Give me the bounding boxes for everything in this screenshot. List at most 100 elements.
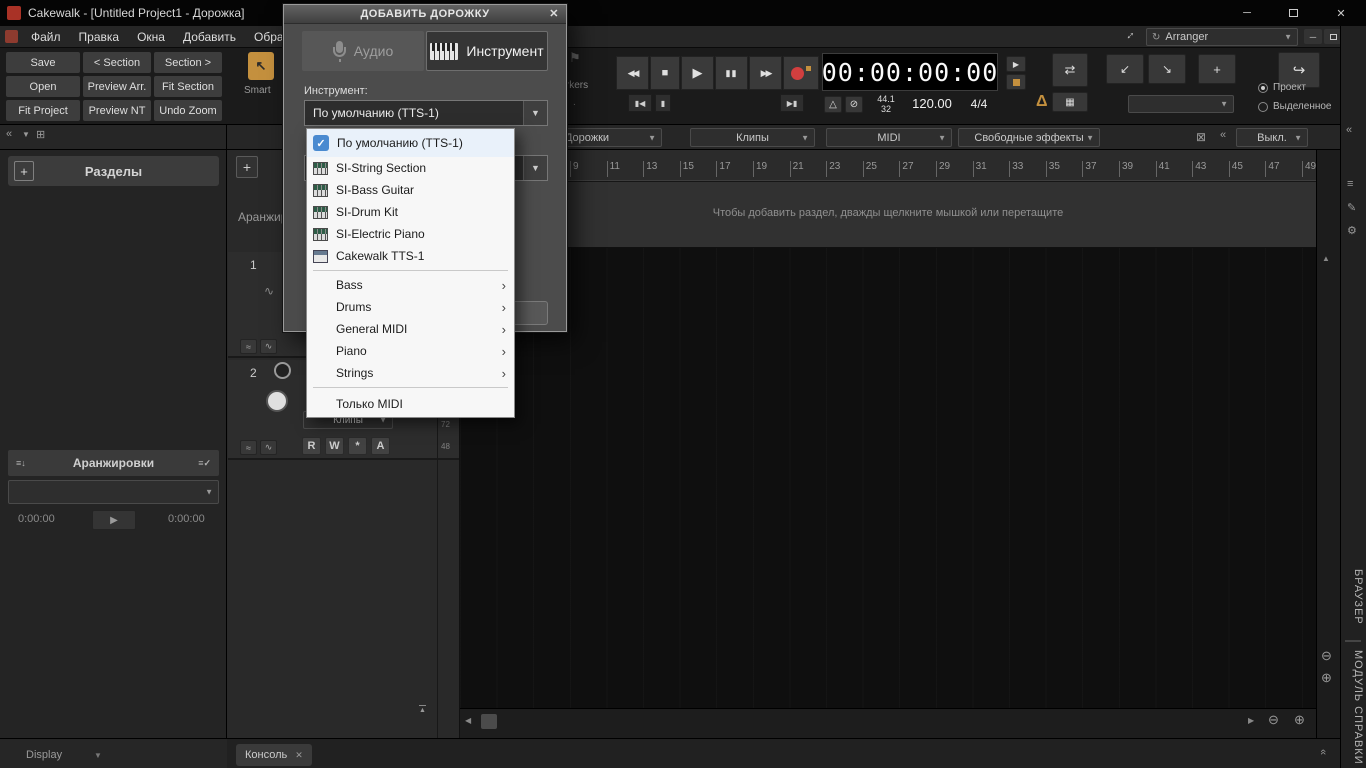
track-1-edit-filter-icon[interactable]: ≈: [240, 339, 257, 354]
category-menu-item[interactable]: General MIDI ›: [307, 318, 514, 340]
marker-flag-icon[interactable]: ⚑: [569, 50, 581, 66]
mini-record-icon[interactable]: [1006, 74, 1026, 90]
arrangement-select-combo[interactable]: ▼: [8, 480, 219, 504]
scroll-left-icon[interactable]: ◀: [465, 716, 471, 725]
close-icon[interactable]: ✕: [1316, 0, 1366, 26]
toolbar-button[interactable]: Undo Zoom: [154, 100, 222, 121]
toolbar-button[interactable]: Preview Arr.: [83, 76, 151, 97]
vertical-zoom-in-icon[interactable]: ⊕: [1321, 670, 1332, 686]
loop-icon[interactable]: ⇄: [1052, 53, 1088, 87]
scope-project-radio[interactable]: Проект: [1258, 82, 1306, 93]
menu-item-Окна[interactable]: Окна: [128, 30, 174, 44]
view-minimize-icon[interactable]: ─: [1304, 29, 1322, 44]
crossfade-icon[interactable]: ⊠: [1196, 130, 1206, 144]
punch-in-icon[interactable]: ↙: [1106, 54, 1144, 84]
tempo-display[interactable]: 120.00: [906, 96, 958, 111]
track-2-envelope-icon[interactable]: ∿: [260, 440, 277, 455]
browser-dock-tab[interactable]: БРАУЗЕР: [1344, 556, 1364, 638]
punch-preset-combo[interactable]: ▼: [1128, 95, 1234, 113]
vertical-zoom-out-icon[interactable]: ⊖: [1321, 648, 1332, 664]
fx-filter-combo[interactable]: Свободные эффекты ▼: [958, 128, 1100, 147]
menu-item-Правка[interactable]: Правка: [70, 30, 129, 44]
toolbar-button[interactable]: < Section: [83, 52, 151, 73]
fast-forward-button[interactable]: ▶▶: [749, 56, 782, 90]
metronome-amber-icon[interactable]: Δ: [1036, 93, 1048, 111]
ripple-edit-combo[interactable]: Выкл. ▼: [1236, 128, 1308, 147]
scroll-right-icon[interactable]: ▶: [1248, 716, 1254, 725]
collapse-tracks-icon[interactable]: ▲: [419, 705, 426, 714]
instrument-menu-item[interactable]: SI-String Section: [307, 157, 514, 179]
timeline-ruler[interactable]: 9 11 13 15 17 19 21 23 25 27 29 31 33 35 37 39 41 43 45 47 4…: [460, 150, 1316, 181]
toolbar-button[interactable]: Fit Project: [6, 100, 80, 121]
toolbar-button[interactable]: Fit Section: [154, 76, 222, 97]
mini-play-icon[interactable]: ▶: [1006, 56, 1026, 72]
add-punch-icon[interactable]: +: [1198, 54, 1236, 84]
horizontal-scrollbar[interactable]: ◀ ▶ ⊖ ⊕: [460, 708, 1316, 738]
scope-selection-radio[interactable]: Выделенное: [1258, 101, 1332, 112]
chevron-down-icon[interactable]: ▼: [22, 130, 30, 139]
clips-pane[interactable]: [460, 248, 1316, 708]
punch-out-icon[interactable]: ↘: [1148, 54, 1186, 84]
add-section-icon[interactable]: +: [14, 161, 34, 181]
midi-filter-combo[interactable]: MIDI ▼: [826, 128, 952, 147]
category-menu-item[interactable]: Piano ›: [307, 340, 514, 362]
console-tab[interactable]: Консоль ✕: [236, 744, 312, 766]
menu-item-midi-only[interactable]: Только MIDI: [307, 391, 514, 416]
add-track-icon[interactable]: +: [236, 156, 258, 178]
automation-button-W[interactable]: W: [325, 437, 344, 455]
play-button[interactable]: ▶: [681, 56, 714, 90]
rewind-button[interactable]: ◀◀: [616, 56, 649, 90]
automation-button-A[interactable]: A: [371, 437, 390, 455]
sort-arrangements-icon[interactable]: ≡↓: [16, 458, 26, 468]
dialog-header[interactable]: ДОБАВИТЬ ДОРОЖКУ ✕: [284, 5, 566, 24]
expand-browser-icon[interactable]: «: [1346, 124, 1352, 136]
smart-tool-icon[interactable]: ↖: [248, 52, 274, 80]
track-2-edit-filter-icon[interactable]: ≈: [240, 440, 257, 455]
clips-filter-combo[interactable]: Клипы ▼: [690, 128, 815, 147]
grid-icon[interactable]: ▦: [1052, 92, 1088, 112]
toolbar-button[interactable]: Section >: [154, 52, 222, 73]
pause-button[interactable]: ▮▮: [715, 56, 748, 90]
arranger-track-lane[interactable]: Чтобы добавить раздел, дважды щелкните м…: [460, 182, 1316, 248]
instrument-menu-item[interactable]: SI-Electric Piano: [307, 223, 514, 245]
instrument-menu-item[interactable]: SI-Bass Guitar: [307, 179, 514, 201]
chevron-down-icon[interactable]: ▼: [94, 751, 102, 760]
close-icon[interactable]: ✕: [295, 750, 303, 761]
go-to-end-button[interactable]: ▶▮: [780, 94, 804, 112]
menu-item-default-instrument[interactable]: ✓ По умолчанию (TTS-1): [307, 129, 514, 157]
automation-button-R[interactable]: R: [302, 437, 321, 455]
expand-console-icon[interactable]: «: [1317, 749, 1329, 755]
metronome-icon[interactable]: △: [824, 96, 842, 113]
close-icon[interactable]: ✕: [549, 7, 559, 20]
collapse-left-icon[interactable]: «: [6, 128, 12, 140]
scroll-up-icon[interactable]: ▲: [1322, 254, 1330, 263]
scrollbar-thumb[interactable]: [481, 714, 497, 729]
expand-view-icon[interactable]: ↕: [1124, 28, 1138, 42]
arrangement-tasks-icon[interactable]: ≡✓: [198, 458, 211, 469]
instrument-select-combo[interactable]: По умолчанию (TTS-1) ▼: [304, 100, 548, 126]
arranger-view-combo[interactable]: ↻ Arranger ▼: [1146, 28, 1298, 46]
toolbar-button[interactable]: Open: [6, 76, 80, 97]
minimize-icon[interactable]: ─: [1224, 0, 1270, 26]
dialog-tab-audio[interactable]: Аудио: [302, 31, 424, 71]
dock-options-icon[interactable]: ⊞: [36, 128, 45, 141]
category-menu-item[interactable]: Strings ›: [307, 362, 514, 384]
marker-position-button[interactable]: ▮: [655, 94, 671, 112]
toolbar-button[interactable]: Preview NT: [83, 100, 151, 121]
rewind-view-icon[interactable]: «: [1220, 129, 1226, 141]
record-button[interactable]: [783, 56, 819, 90]
arrangement-play-button[interactable]: ▶: [92, 510, 136, 530]
instrument-menu-item[interactable]: SI-Drum Kit: [307, 201, 514, 223]
dialog-tab-instrument[interactable]: Инструмент: [426, 31, 548, 71]
media-list-icon[interactable]: ≡: [1347, 178, 1353, 190]
instrument-menu-item[interactable]: Cakewalk TTS-1: [307, 245, 514, 267]
category-menu-item[interactable]: Bass ›: [307, 274, 514, 296]
automation-button-*[interactable]: *: [348, 437, 367, 455]
menu-item-Файл[interactable]: Файл: [22, 30, 70, 44]
stop-button[interactable]: ■: [650, 56, 680, 90]
vertical-scrollbar[interactable]: ▲ ⊖ ⊕: [1316, 150, 1340, 738]
go-to-start-button[interactable]: ▮◀: [628, 94, 652, 112]
audio-mute-icon[interactable]: ⊘: [845, 96, 863, 113]
zoom-out-icon[interactable]: ⊖: [1268, 712, 1279, 728]
settings-gear-icon[interactable]: ⚙: [1347, 224, 1357, 237]
